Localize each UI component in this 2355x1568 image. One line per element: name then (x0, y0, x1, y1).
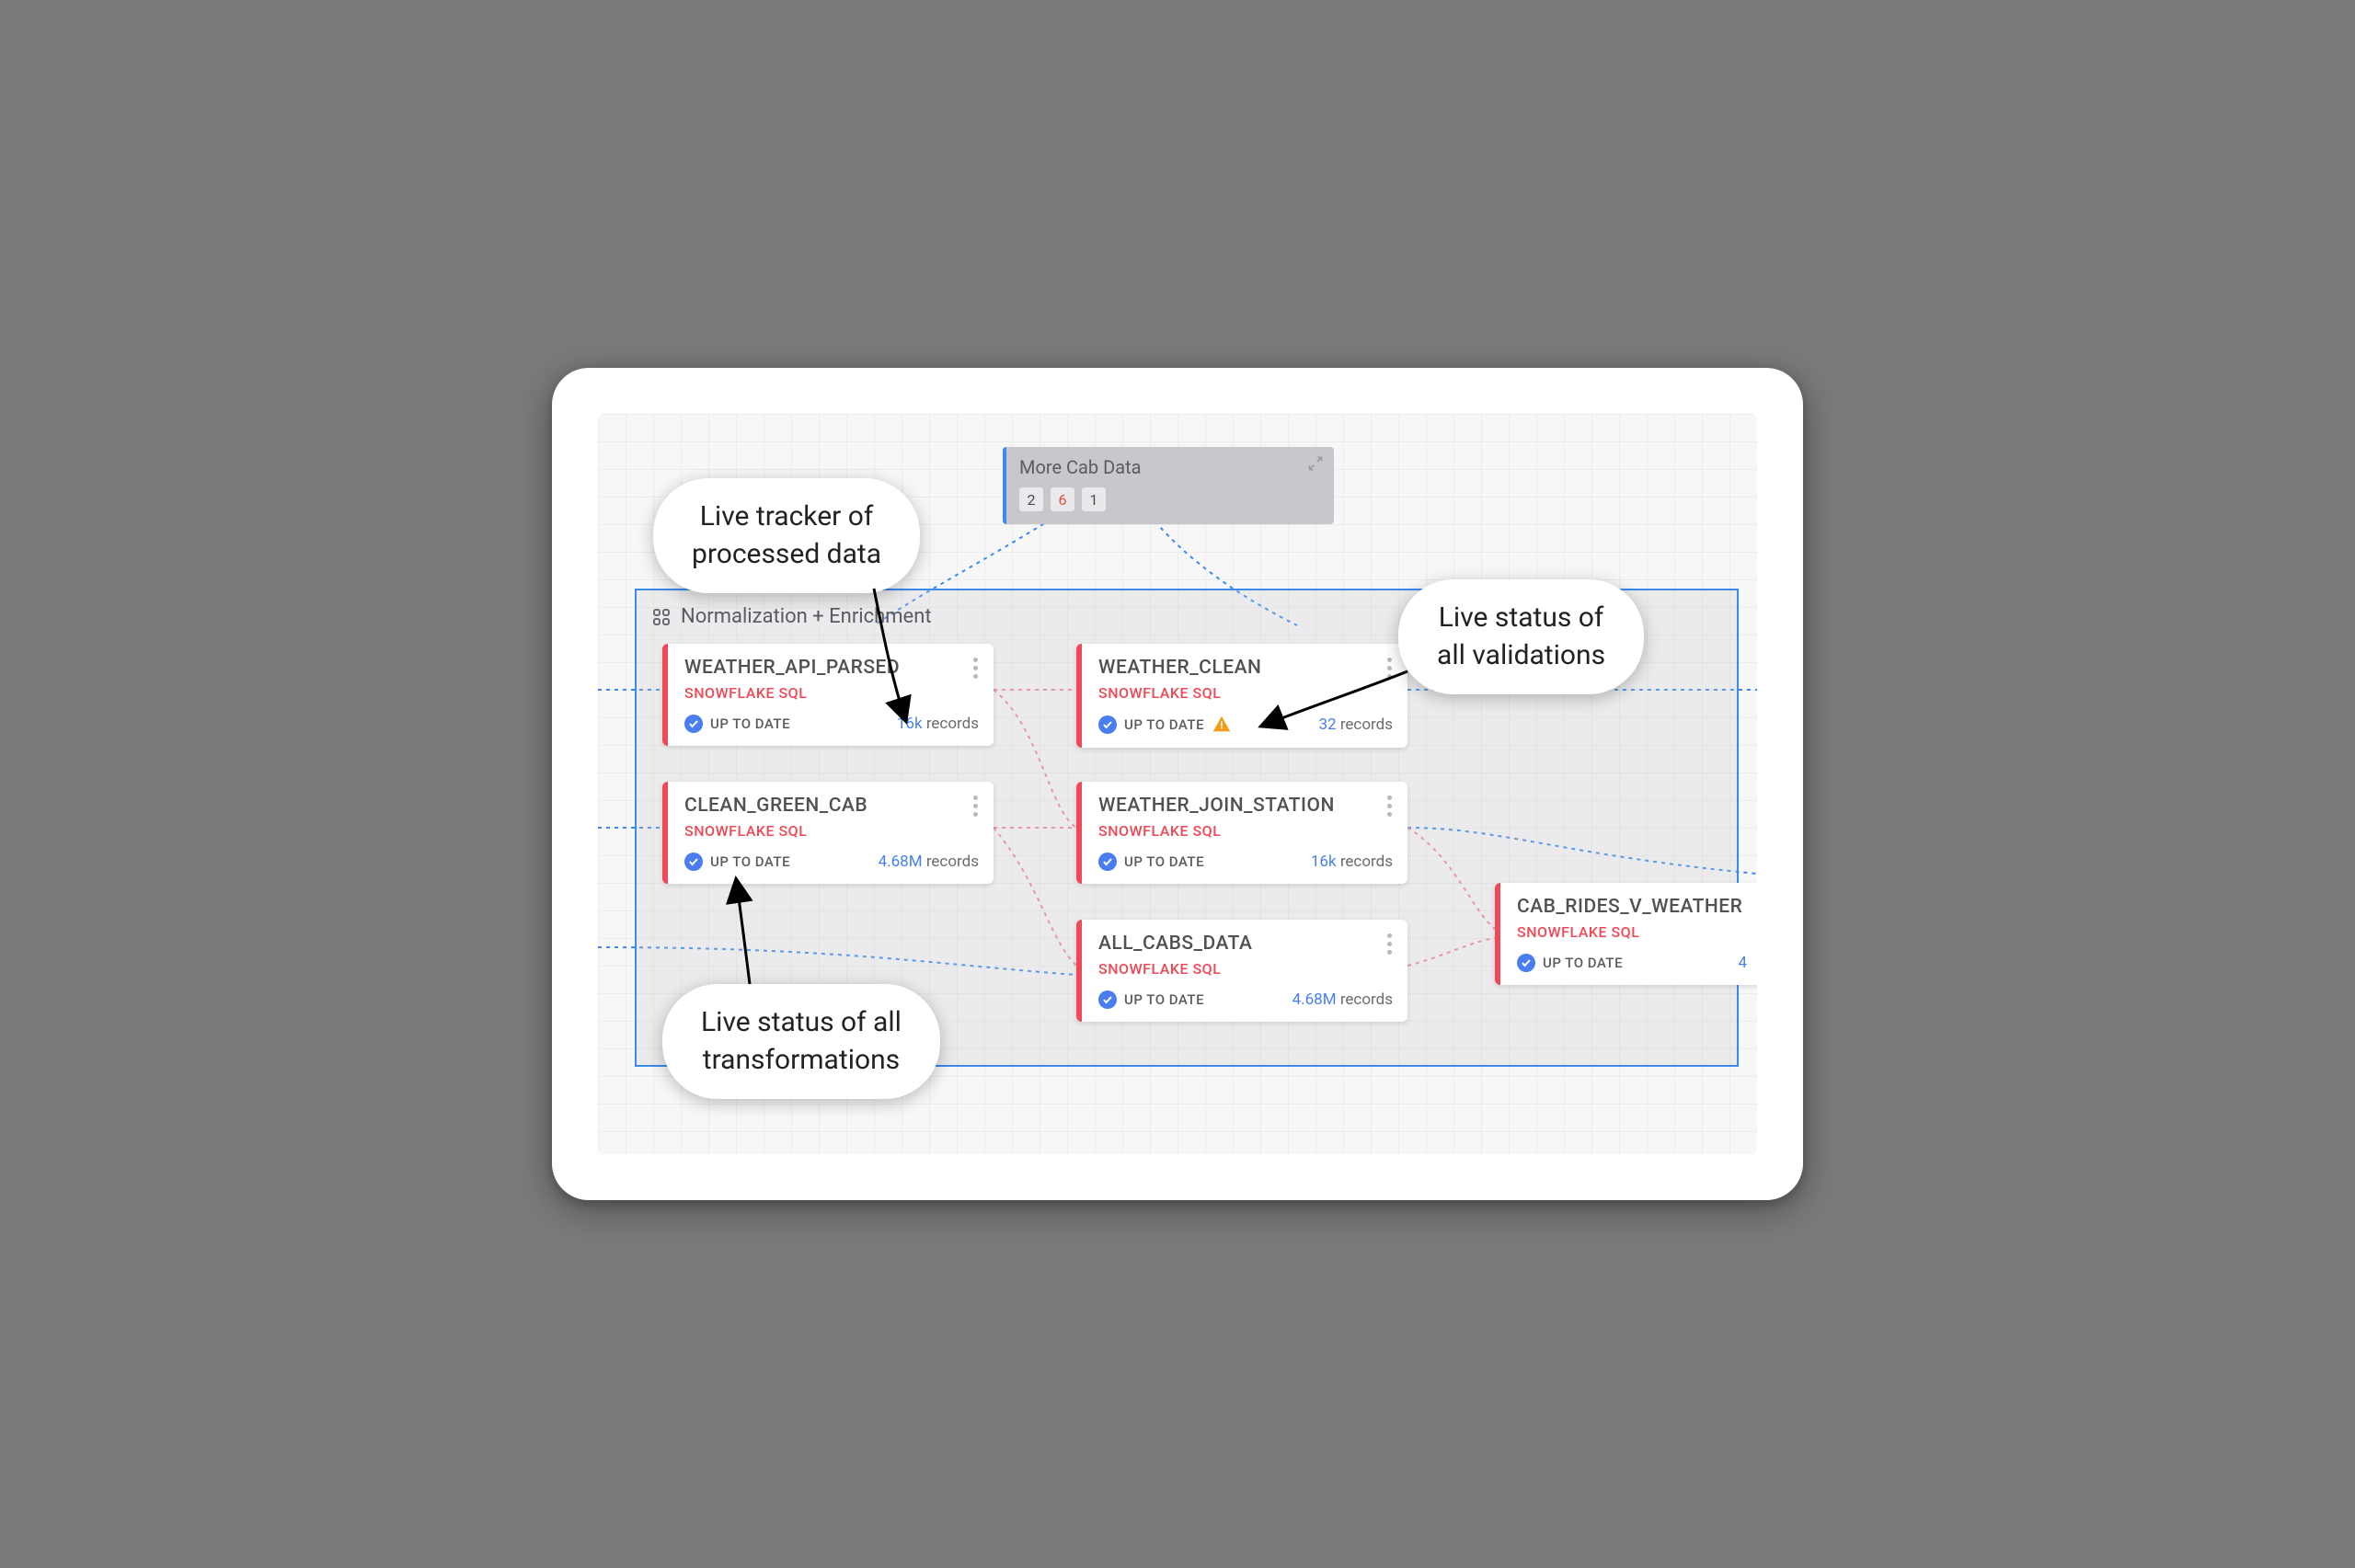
node-records: 4.68M records (1292, 990, 1393, 1009)
node-engine: SNOWFLAKE SQL (1517, 923, 1747, 941)
node-status: UP TO DATE (1124, 991, 1204, 1008)
callout-validations: Live status of all validations (1398, 579, 1644, 694)
node-title: CLEAN_GREEN_CAB (684, 795, 979, 817)
node-status: UP TO DATE (710, 715, 790, 732)
pipeline-canvas[interactable]: Normalization + Enrichment More Cab Data… (598, 414, 1757, 1154)
callout-line: Live status of all (701, 1004, 902, 1042)
callout-line: transformations (701, 1042, 902, 1080)
node-weather-api-parsed[interactable]: WEATHER_API_PARSED SNOWFLAKE SQL UP TO D… (662, 644, 994, 746)
node-status: UP TO DATE (1543, 955, 1623, 971)
node-weather-clean[interactable]: WEATHER_CLEAN SNOWFLAKE SQL UP TO DATE 3… (1076, 644, 1407, 748)
collapsed-group-counts: 2 6 1 (1019, 487, 1321, 511)
count-pill: 1 (1082, 487, 1106, 511)
node-weather-join-station[interactable]: WEATHER_JOIN_STATION SNOWFLAKE SQL UP TO… (1076, 782, 1407, 884)
callout-line: Live tracker of (692, 498, 881, 536)
node-engine: SNOWFLAKE SQL (1098, 960, 1393, 978)
node-title: WEATHER_JOIN_STATION (1098, 795, 1393, 817)
node-all-cabs-data[interactable]: ALL_CABS_DATA SNOWFLAKE SQL UP TO DATE 4… (1076, 920, 1407, 1022)
node-engine: SNOWFLAKE SQL (684, 822, 979, 840)
collapsed-group-title: More Cab Data (1019, 456, 1321, 478)
expand-icon[interactable] (1306, 454, 1325, 473)
node-title: WEATHER_API_PARSED (684, 657, 979, 679)
node-records: 32 records (1318, 715, 1393, 734)
check-icon (1098, 990, 1117, 1009)
grid-icon (651, 607, 672, 627)
node-engine: SNOWFLAKE SQL (1098, 822, 1393, 840)
node-menu-button[interactable] (966, 793, 984, 818)
node-records: 4.68M records (879, 853, 979, 871)
check-icon (1098, 853, 1117, 871)
node-status: UP TO DATE (1124, 853, 1204, 870)
node-cab-rides-v-weather[interactable]: CAB_RIDES_V_WEATHER SNOWFLAKE SQL UP TO … (1495, 883, 1757, 985)
node-engine: SNOWFLAKE SQL (1098, 684, 1393, 702)
node-title: WEATHER_CLEAN (1098, 657, 1393, 679)
check-icon (1098, 715, 1117, 734)
callout-line: processed data (692, 536, 881, 574)
collapsed-group-more-cab-data[interactable]: More Cab Data 2 6 1 (1003, 447, 1334, 524)
warning-icon (1212, 715, 1232, 735)
node-title: ALL_CABS_DATA (1098, 933, 1393, 955)
node-records: 16k records (897, 715, 979, 733)
node-status: UP TO DATE (710, 853, 790, 870)
node-menu-button[interactable] (1380, 793, 1398, 818)
node-records: 4 (1738, 954, 1747, 972)
callout-processed-data: Live tracker of processed data (653, 478, 920, 593)
node-menu-button[interactable] (966, 655, 984, 681)
check-icon (1517, 954, 1535, 972)
count-pill: 6 (1051, 487, 1074, 511)
count-pill: 2 (1019, 487, 1043, 511)
node-menu-button[interactable] (1380, 931, 1398, 956)
node-clean-green-cab[interactable]: CLEAN_GREEN_CAB SNOWFLAKE SQL UP TO DATE… (662, 782, 994, 884)
group-header: Normalization + Enrichment (651, 605, 932, 628)
node-title: CAB_RIDES_V_WEATHER (1517, 896, 1747, 918)
frame: Normalization + Enrichment More Cab Data… (552, 368, 1803, 1200)
check-icon (684, 715, 703, 733)
check-icon (684, 853, 703, 871)
group-title: Normalization + Enrichment (681, 605, 932, 628)
node-engine: SNOWFLAKE SQL (684, 684, 979, 702)
node-status: UP TO DATE (1124, 716, 1204, 733)
callout-line: all validations (1437, 637, 1605, 675)
node-records: 16k records (1311, 853, 1393, 871)
callout-line: Live status of (1437, 600, 1605, 637)
callout-transformations: Live status of all transformations (662, 984, 940, 1099)
node-menu-button[interactable] (1380, 655, 1398, 681)
